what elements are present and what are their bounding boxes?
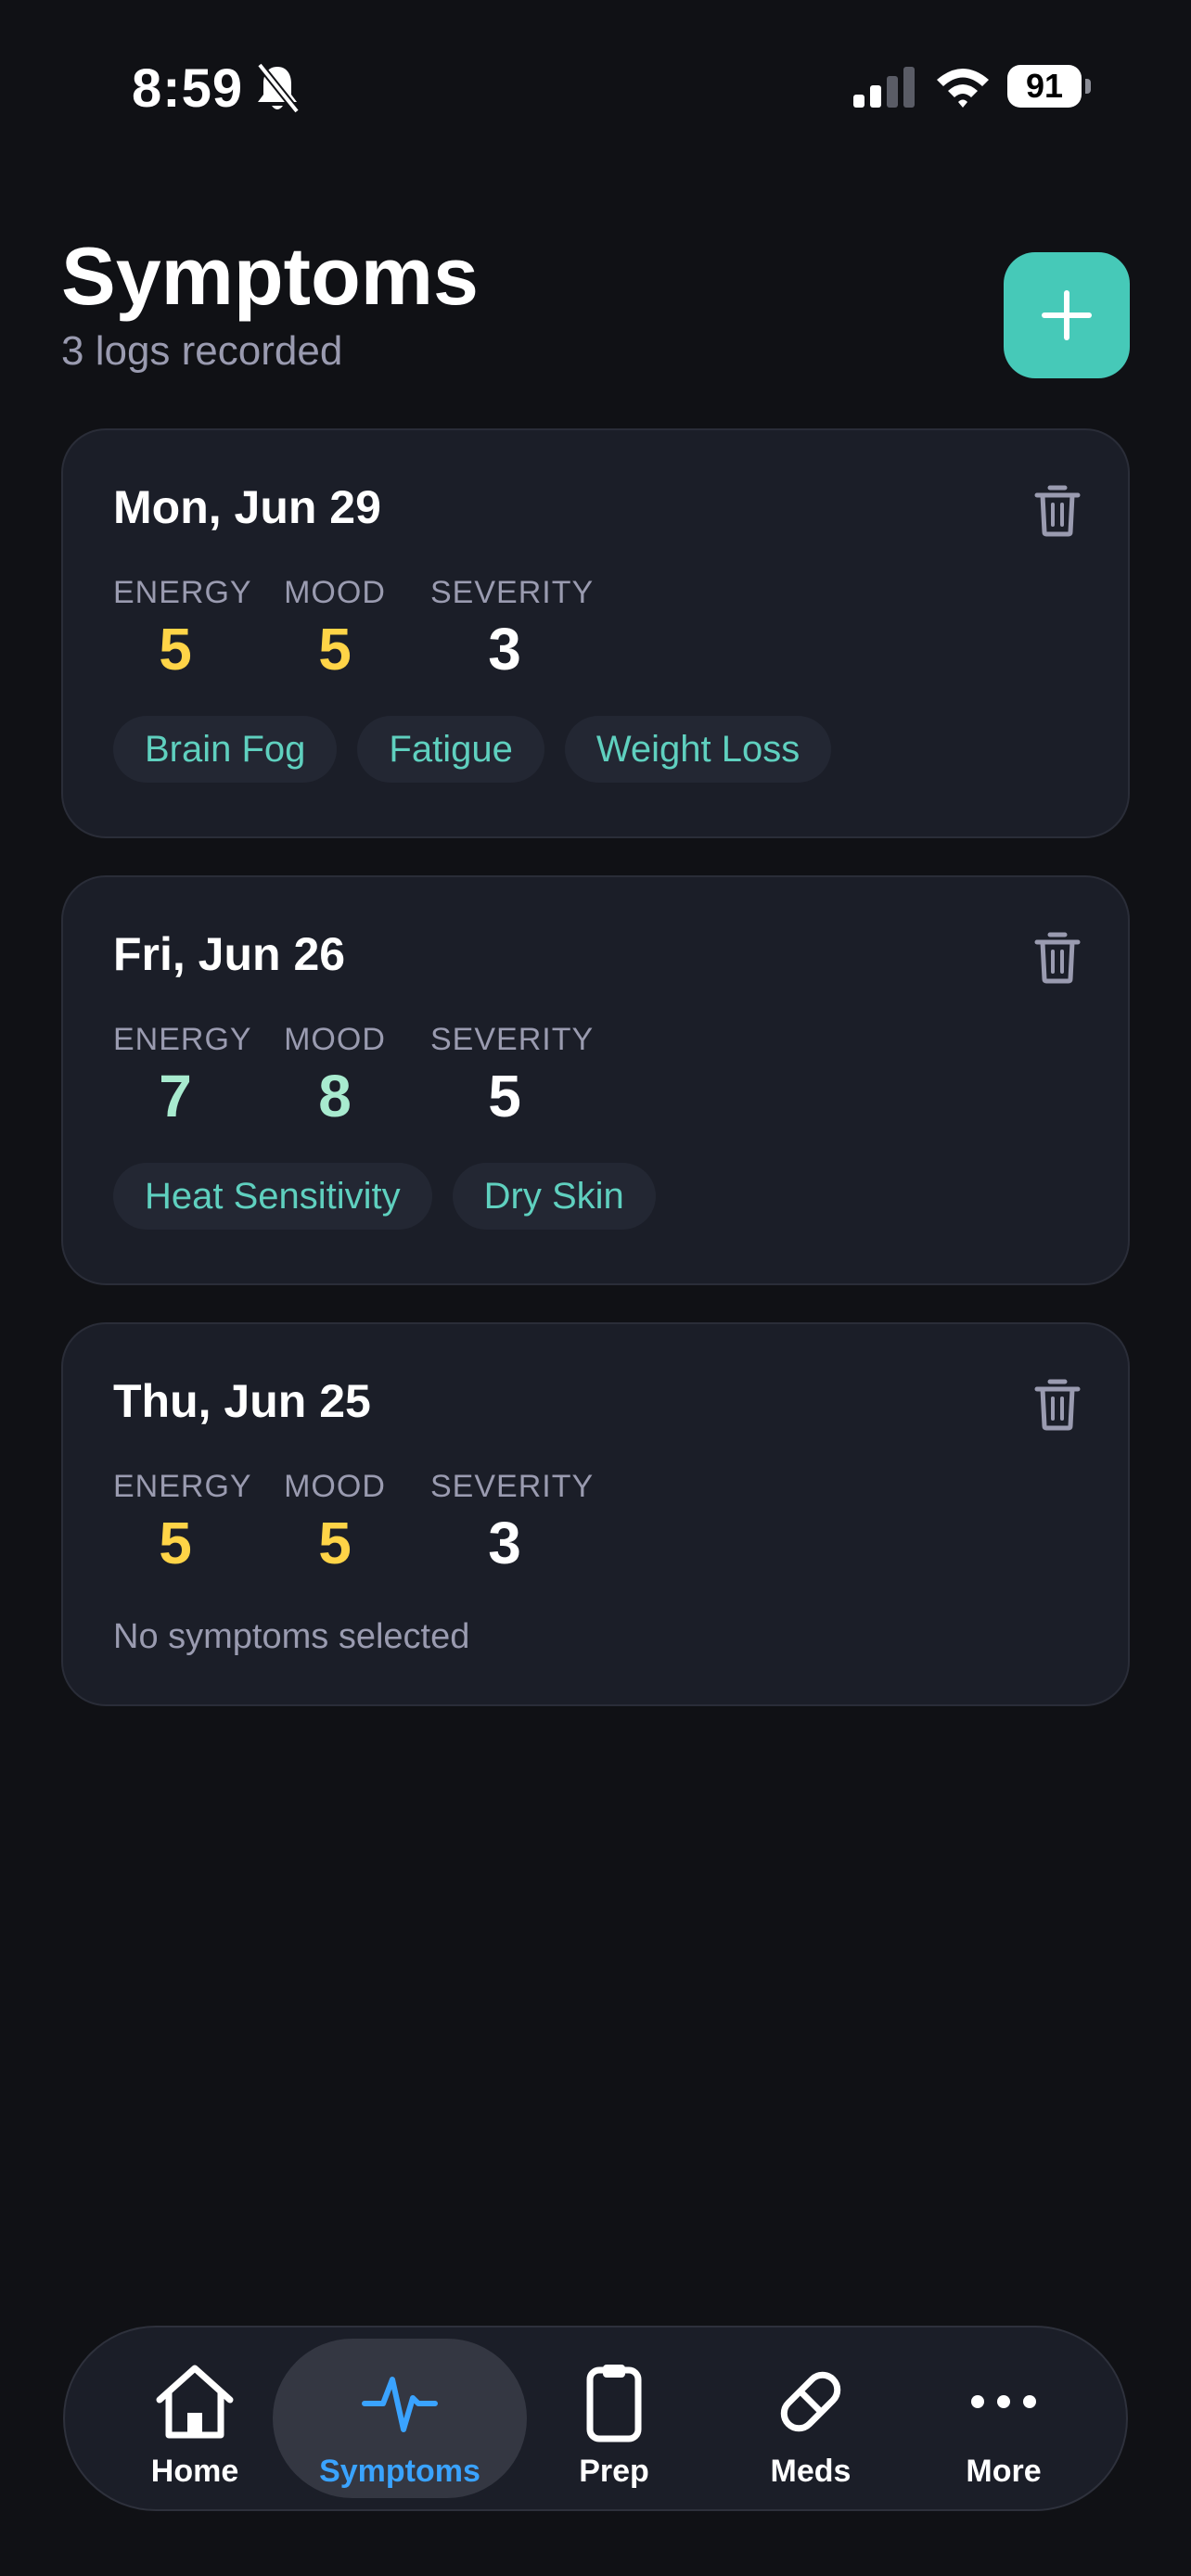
energy-value: 5: [159, 616, 192, 682]
symptom-log-card[interactable]: Fri, Jun 26 ENERGY 7 MOOD 8 SEVERITY 5 H…: [61, 875, 1130, 1285]
pulse-icon: [362, 2377, 438, 2432]
mood-value: 5: [318, 1510, 352, 1576]
energy-metric: ENERGY 7: [113, 1022, 252, 1129]
mood-value: 5: [318, 616, 352, 682]
symptom-log-card[interactable]: Mon, Jun 29 ENERGY 5 MOOD 5 SEVERITY 3 B…: [61, 428, 1130, 838]
energy-metric: ENERGY 5: [113, 1469, 252, 1576]
battery-indicator: 91: [1007, 65, 1091, 108]
no-symptoms-text: No symptoms selected: [113, 1617, 470, 1656]
battery-level: 91: [1007, 65, 1082, 108]
energy-value: 7: [159, 1063, 192, 1129]
energy-label: ENERGY: [113, 1469, 252, 1504]
energy-label: ENERGY: [113, 575, 252, 610]
mood-metric: MOOD 5: [284, 1469, 386, 1575]
tab-prep[interactable]: Prep: [549, 2327, 679, 2509]
symptom-tag: Dry Skin: [452, 1163, 656, 1230]
symptom-tag: Heat Sensitivity: [113, 1163, 432, 1230]
symptom-tag: Brain Fog: [113, 716, 338, 783]
tab-home[interactable]: Home: [130, 2327, 260, 2509]
severity-metric: SEVERITY 3: [430, 575, 595, 682]
mood-metric: MOOD 5: [284, 575, 386, 682]
tab-more[interactable]: More: [939, 2327, 1069, 2509]
tab-label: Home: [150, 2454, 239, 2489]
plus-icon: [1042, 290, 1092, 340]
symptom-tag: Weight Loss: [564, 716, 832, 783]
wifi-icon: [937, 69, 989, 108]
symptom-tag: Fatigue: [357, 716, 544, 783]
mood-metric: MOOD 8: [284, 1022, 386, 1129]
severity-value: 5: [488, 1063, 521, 1129]
mood-value: 8: [318, 1063, 352, 1129]
severity-metric: SEVERITY 5: [430, 1022, 595, 1129]
bell-muted-icon: [256, 62, 301, 114]
cellular-signal-icon: [853, 67, 915, 108]
symptom-tags: Brain Fog Fatigue Weight Loss: [113, 716, 832, 783]
symptom-tags: Heat Sensitivity Dry Skin: [113, 1163, 656, 1230]
energy-value: 5: [159, 1510, 192, 1576]
pill-icon: [780, 2371, 841, 2432]
mood-label: MOOD: [284, 1469, 386, 1504]
add-log-button[interactable]: [1004, 252, 1130, 378]
log-date: Mon, Jun 29: [113, 481, 381, 533]
log-date: Fri, Jun 26: [113, 928, 346, 980]
bottom-tab-bar: Home Symptoms Prep Meds More: [63, 2326, 1128, 2511]
severity-value: 3: [488, 1510, 521, 1576]
tab-label: Symptoms: [319, 2454, 480, 2489]
severity-label: SEVERITY: [430, 1469, 595, 1504]
symptom-log-card[interactable]: Thu, Jun 25 ENERGY 5 MOOD 5 SEVERITY 3 N…: [61, 1322, 1130, 1706]
trash-icon[interactable]: [1031, 1376, 1083, 1432]
severity-value: 3: [488, 616, 521, 682]
status-bar: 8:59 91: [0, 0, 1191, 176]
logs-count: 3 logs recorded: [61, 328, 343, 374]
home-icon: [156, 2365, 234, 2439]
log-date: Thu, Jun 25: [113, 1375, 371, 1427]
tab-label: Meds: [770, 2454, 852, 2489]
severity-label: SEVERITY: [430, 575, 595, 610]
trash-icon[interactable]: [1031, 482, 1083, 538]
page-title: Symptoms: [61, 230, 479, 322]
clipboard-icon: [586, 2365, 642, 2442]
battery-cap: [1085, 79, 1091, 94]
tab-meds[interactable]: Meds: [746, 2327, 876, 2509]
more-icon: [971, 2395, 1036, 2408]
tab-symptoms[interactable]: Symptoms: [273, 2327, 527, 2509]
energy-metric: ENERGY 5: [113, 575, 252, 682]
tab-label: More: [966, 2454, 1042, 2489]
mood-label: MOOD: [284, 1022, 386, 1057]
tab-label: Prep: [579, 2454, 649, 2489]
severity-metric: SEVERITY 3: [430, 1469, 595, 1576]
severity-label: SEVERITY: [430, 1022, 595, 1057]
energy-label: ENERGY: [113, 1022, 252, 1057]
trash-icon[interactable]: [1031, 929, 1083, 985]
status-time: 8:59: [132, 58, 244, 119]
mood-label: MOOD: [284, 575, 386, 610]
